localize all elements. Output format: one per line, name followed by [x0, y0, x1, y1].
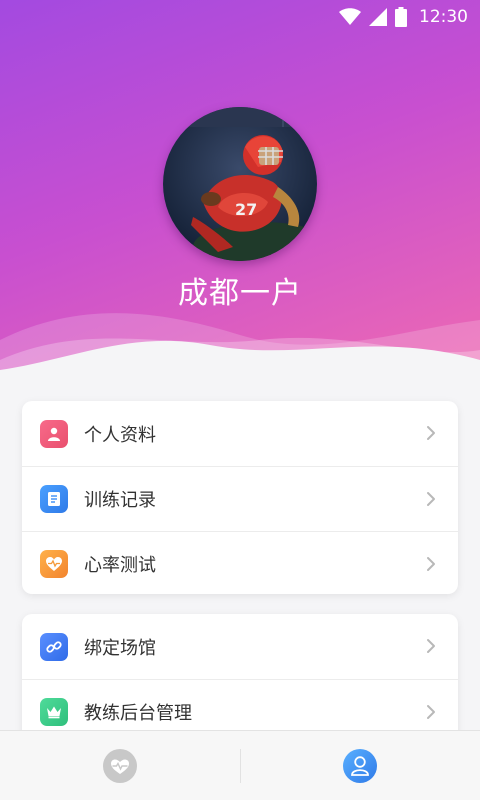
- username: 成都一户: [178, 276, 302, 311]
- tab-profile[interactable]: [240, 731, 480, 800]
- signal-icon: [369, 8, 387, 26]
- chevron-right-icon: [427, 557, 435, 571]
- menu-item-heart-rate-test[interactable]: 心率测试: [22, 531, 458, 596]
- menu-label: 绑定场馆: [84, 637, 156, 659]
- status-bar: 12:30: [0, 0, 480, 34]
- chevron-right-icon: [427, 492, 435, 506]
- menu-label: 教练后台管理: [84, 703, 192, 724]
- menu-label: 训练记录: [84, 490, 156, 511]
- person-icon: [40, 419, 68, 448]
- menu-item-training-records[interactable]: 训练记录: [22, 466, 458, 531]
- document-icon: [40, 485, 68, 513]
- menu-item-bind-venue[interactable]: 绑定场馆: [22, 614, 458, 679]
- menu-item-personal-info[interactable]: 个人资料: [22, 401, 458, 466]
- tab-divider: [240, 749, 241, 783]
- svg-text:27: 27: [235, 200, 257, 219]
- bottom-tab-bar: [0, 730, 480, 800]
- menu-card-secondary: 绑定场馆 教练后台管理: [22, 614, 458, 744]
- football-player-avatar: 27: [163, 107, 317, 261]
- menu-label: 心率测试: [84, 555, 156, 576]
- crown-icon: [40, 698, 68, 726]
- status-time: 12:30: [419, 7, 468, 27]
- link-icon: [40, 632, 68, 661]
- avatar[interactable]: 27: [163, 107, 317, 261]
- tab-health[interactable]: [0, 731, 240, 800]
- menu-label: 个人资料: [84, 424, 156, 446]
- menu-card-primary: 个人资料 训练记录 心率测试: [22, 401, 458, 594]
- user-icon: [343, 748, 377, 783]
- heart-pulse-icon: [103, 748, 137, 783]
- chevron-right-icon: [427, 639, 435, 653]
- battery-icon: [395, 7, 407, 27]
- wifi-icon: [339, 8, 361, 25]
- chevron-right-icon: [427, 426, 435, 440]
- chevron-right-icon: [427, 705, 435, 719]
- heart-rate-icon: [40, 550, 68, 578]
